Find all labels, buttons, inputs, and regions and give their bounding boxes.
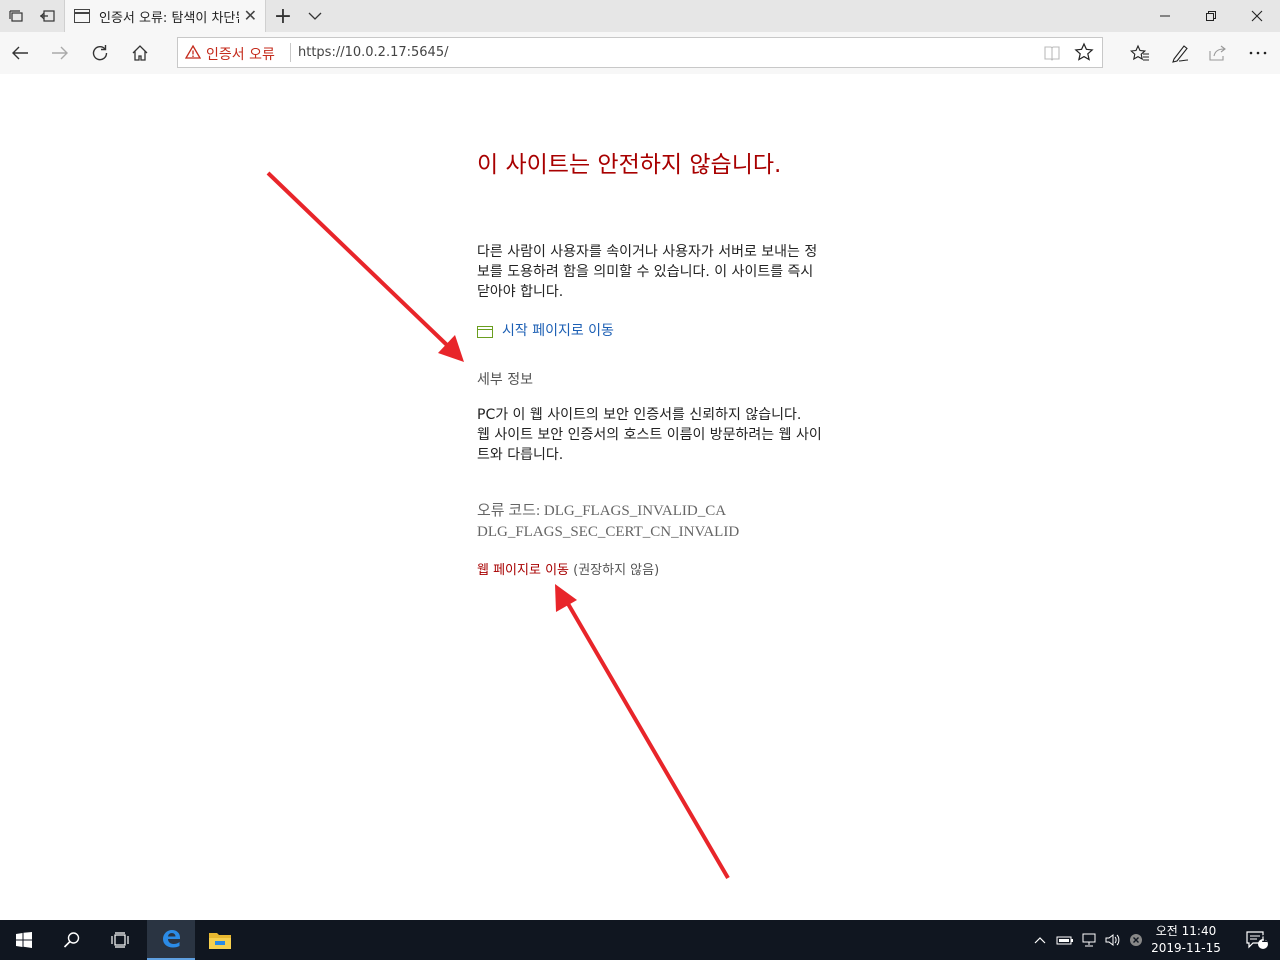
page-content: 이 사이트는 안전하지 않습니다. 다른 사람이 사용자를 속이거나 사용자가 … — [0, 74, 1280, 920]
set-aside-tabs-icon[interactable] — [32, 0, 62, 32]
refresh-icon[interactable] — [83, 36, 117, 70]
notification-count: 1 — [1261, 934, 1268, 945]
tab-manager-icon[interactable] — [2, 0, 32, 32]
close-window-icon[interactable] — [1234, 0, 1280, 32]
more-icon[interactable] — [1240, 36, 1276, 70]
star-icon[interactable] — [1074, 42, 1094, 66]
close-icon[interactable]: ✕ — [244, 6, 257, 25]
search-icon[interactable] — [48, 920, 96, 960]
back-icon[interactable] — [3, 36, 37, 70]
home-icon[interactable] — [123, 36, 157, 70]
annotation-arrows — [266, 171, 730, 880]
volume-icon[interactable] — [1102, 920, 1124, 960]
plus-icon[interactable]: + — [268, 0, 298, 32]
taskbar: 오전 11:40 2019-11-15 1 — [0, 920, 1280, 960]
address-bar[interactable]: 인증서 오류 https://10.0.2.17:5645/ — [177, 37, 1103, 68]
navigation-bar: 인증서 오류 https://10.0.2.17:5645/ — [0, 32, 1280, 74]
restore-icon[interactable] — [1188, 0, 1234, 32]
edge-icon[interactable] — [147, 920, 195, 960]
file-explorer-icon[interactable] — [196, 920, 244, 960]
battery-icon[interactable] — [1054, 920, 1076, 960]
favorites-icon[interactable] — [1122, 36, 1158, 70]
clock-date: 2019-11-15 — [1151, 941, 1221, 955]
share-icon[interactable] — [1200, 36, 1236, 70]
arrow-to-proceed-link — [555, 584, 730, 880]
tab-bar: 인증서 오류: 탐색이 차단됨 ✕ + — [0, 0, 1280, 32]
system-clock[interactable]: 오전 11:40 2019-11-15 — [1146, 923, 1226, 957]
status-error-icon[interactable] — [1126, 920, 1146, 960]
forward-icon[interactable] — [43, 36, 77, 70]
reading-view-icon[interactable] — [1043, 44, 1061, 66]
tab-title: 인증서 오류: 탐색이 차단됨 — [99, 11, 239, 26]
pen-icon[interactable] — [1162, 36, 1198, 70]
clock-time: 오전 11:40 — [1155, 924, 1217, 938]
network-icon[interactable] — [1078, 920, 1100, 960]
action-center-icon[interactable]: 1 — [1234, 920, 1280, 960]
minimize-icon[interactable] — [1142, 0, 1188, 32]
chevron-down-icon[interactable] — [300, 0, 330, 32]
tab-active[interactable]: 인증서 오류: 탐색이 차단됨 ✕ — [64, 0, 266, 32]
arrow-to-details — [266, 171, 464, 362]
address-separator — [290, 43, 291, 62]
warning-icon — [184, 44, 202, 64]
url-text[interactable]: https://10.0.2.17:5645/ — [298, 45, 448, 60]
page-icon — [74, 9, 90, 23]
certificate-error-label[interactable]: 인증서 오류 — [206, 44, 275, 64]
windows-start-icon[interactable] — [0, 920, 48, 960]
task-view-icon[interactable] — [96, 920, 144, 960]
chevron-up-icon[interactable] — [1030, 920, 1050, 960]
